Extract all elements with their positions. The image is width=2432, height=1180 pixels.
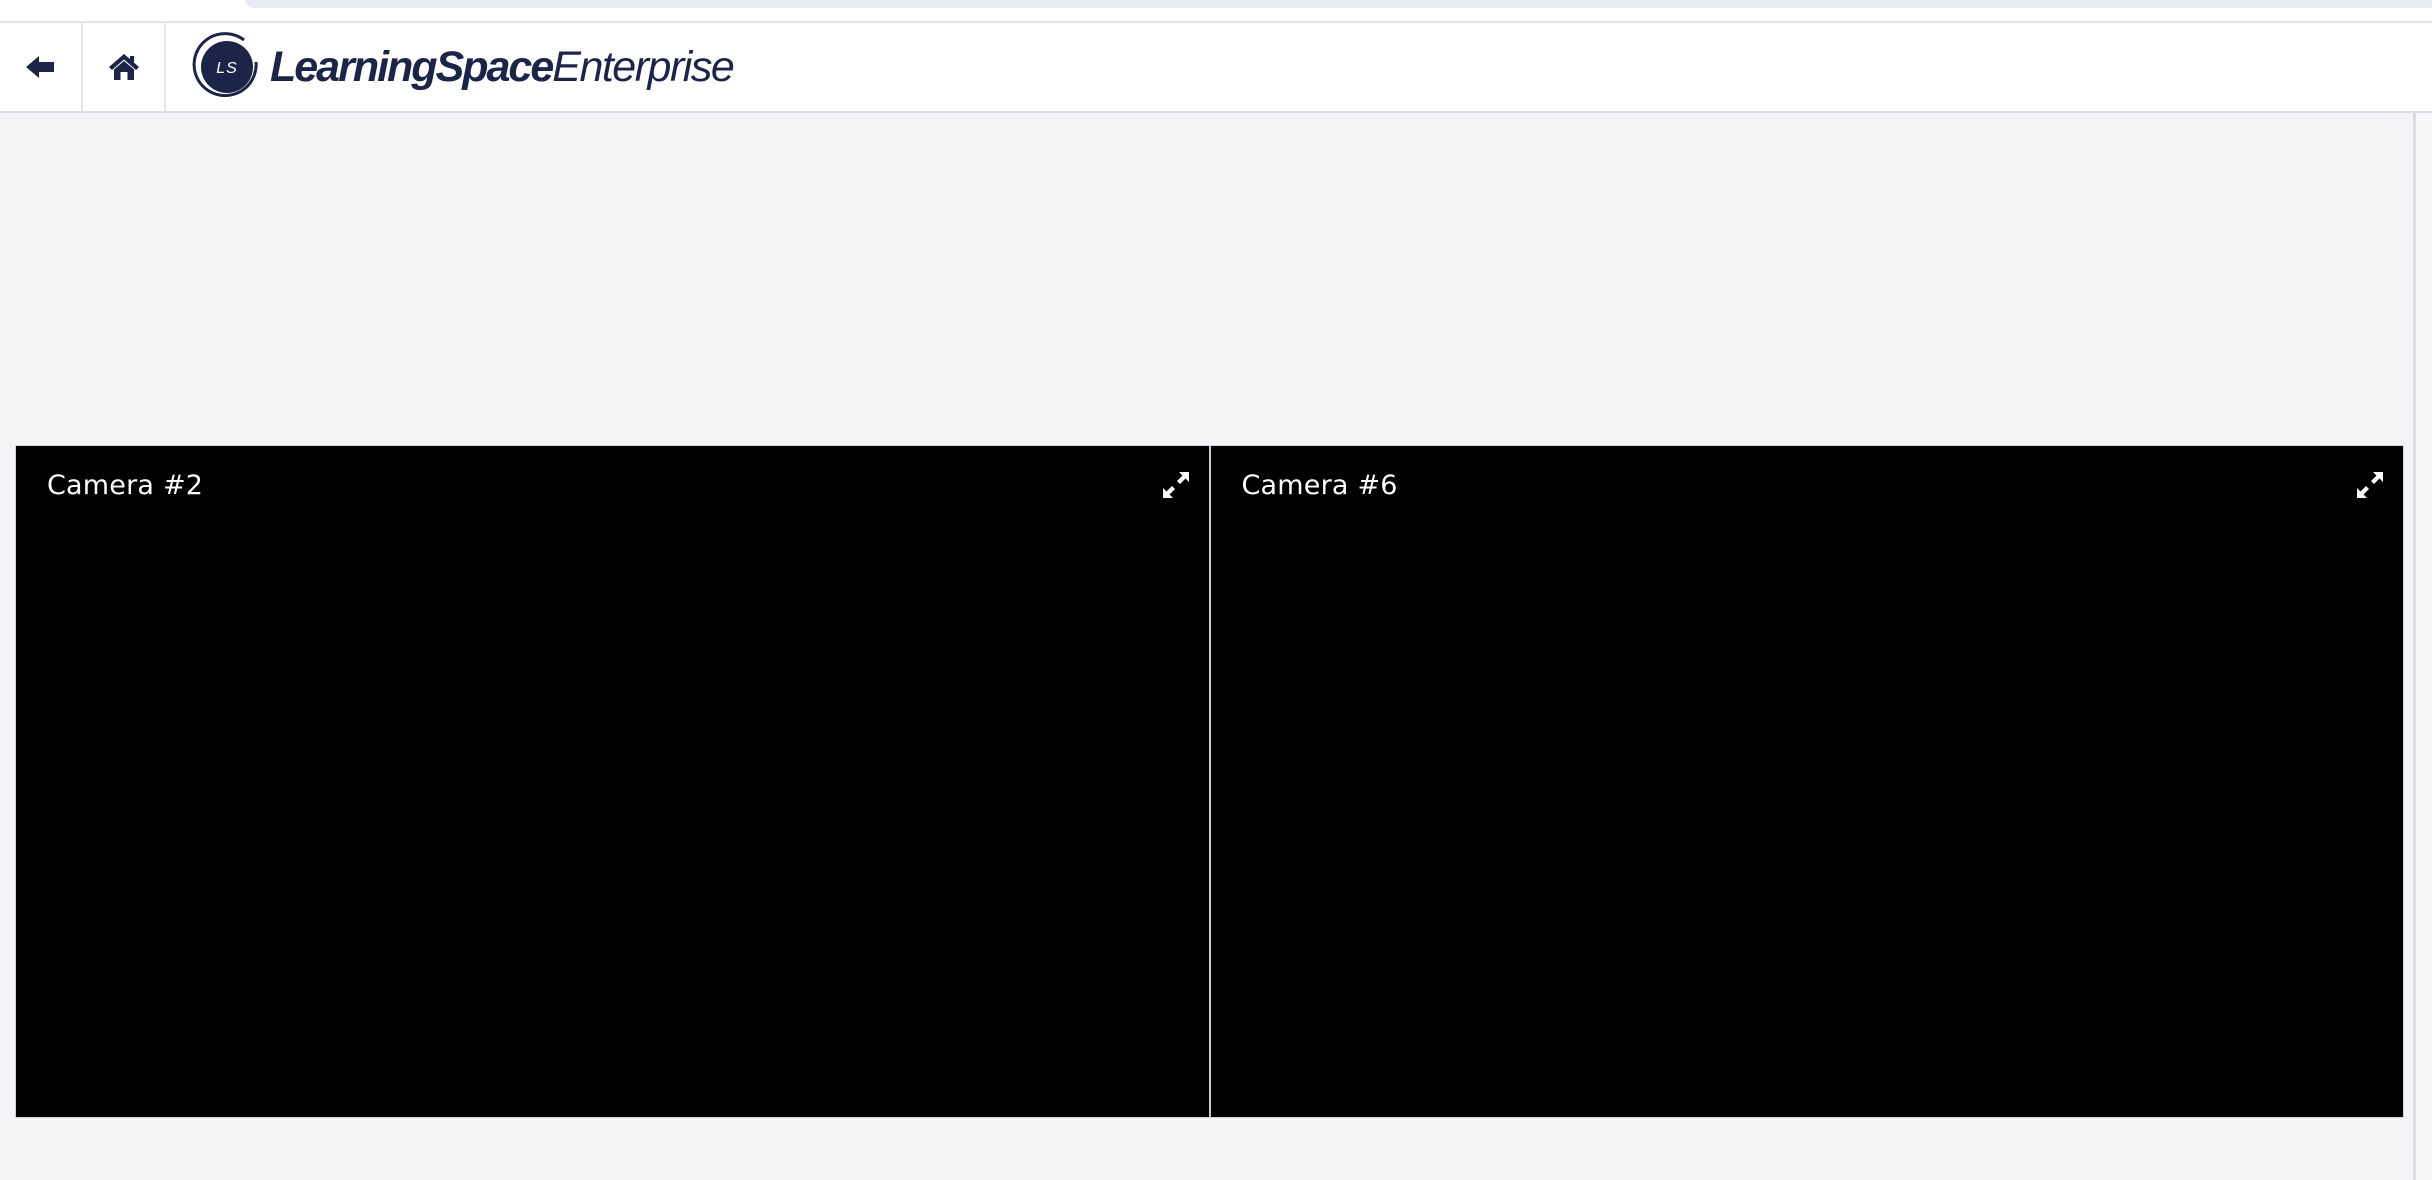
brand-name-bold: LearningSpace bbox=[270, 42, 554, 91]
app-header: LS LearningSpace Enterprise bbox=[0, 23, 2432, 113]
logo-monogram: LS bbox=[216, 60, 238, 77]
home-icon bbox=[108, 54, 139, 80]
expand-icon bbox=[1162, 472, 1189, 498]
arrow-left-icon bbox=[25, 56, 54, 78]
camera-label: Camera #6 bbox=[1241, 470, 1398, 501]
learningspace-logo: LS bbox=[192, 32, 262, 102]
home-button[interactable] bbox=[83, 23, 166, 111]
camera-grid: Camera #2 Camera #6 bbox=[15, 445, 2404, 1118]
brand-name-light: Enterprise bbox=[552, 42, 734, 91]
expand-icon bbox=[2357, 472, 2383, 498]
fullscreen-button[interactable] bbox=[2355, 470, 2385, 500]
camera-tile-2[interactable]: Camera #2 bbox=[16, 446, 1209, 1117]
vertical-scrollbar[interactable] bbox=[2413, 113, 2432, 1180]
camera-tile-6[interactable]: Camera #6 bbox=[1208, 446, 2403, 1117]
camera-label: Camera #2 bbox=[47, 470, 204, 501]
brand-wordmark: LearningSpace Enterprise bbox=[270, 42, 735, 91]
fullscreen-button[interactable] bbox=[1161, 470, 1191, 500]
browser-tab-edge bbox=[245, 0, 2432, 8]
browser-top-strip bbox=[0, 0, 2432, 23]
brand: LS LearningSpace Enterprise bbox=[166, 23, 735, 111]
back-button[interactable] bbox=[0, 23, 83, 111]
